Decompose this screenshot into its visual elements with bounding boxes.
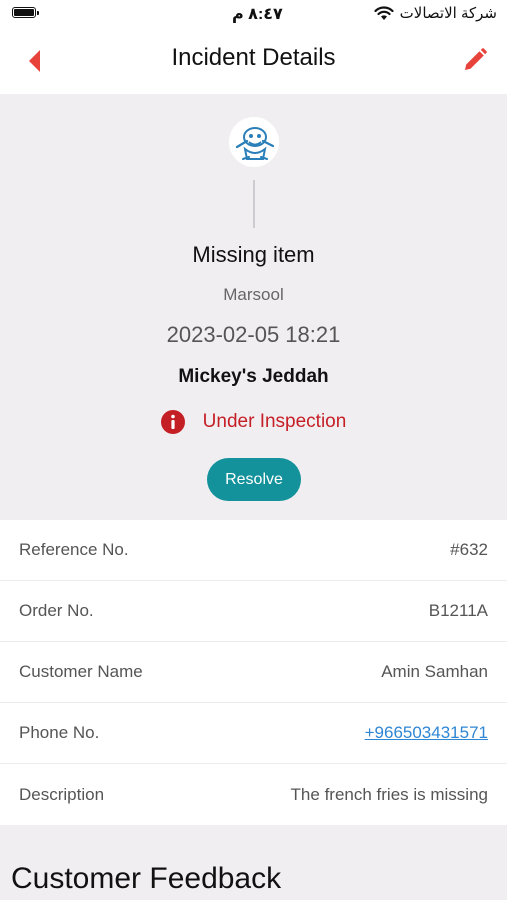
battery-icon <box>12 7 39 18</box>
customer-feedback-section: Customer Feedback <box>0 826 507 900</box>
status-bar: ٨:٤٧ م شركة الاتصالات <box>0 0 507 30</box>
detail-label: Description <box>19 784 105 804</box>
detail-value: The french fries is missing <box>290 784 488 804</box>
incident-type: Missing item <box>192 242 315 267</box>
incident-datetime: 2023-02-05 18:21 <box>166 322 341 347</box>
detail-label: Reference No. <box>19 540 129 559</box>
wifi-icon <box>374 5 394 20</box>
mascot-logo-icon <box>229 117 279 167</box>
detail-row-description: Description The french fries is missing <box>0 764 507 825</box>
company-name: Marsool <box>223 285 284 304</box>
app-header: Incident Details <box>0 30 507 94</box>
detail-value: #632 <box>450 540 488 559</box>
detail-row-reference: Reference No. #632 <box>0 520 507 581</box>
detail-value: B1211A <box>428 601 488 620</box>
detail-label: Order No. <box>19 601 94 620</box>
branch-name: Mickey's Jeddah <box>178 366 329 387</box>
incident-details-list: Reference No. #632 Order No. B1211A Cust… <box>0 520 507 825</box>
detail-row-order: Order No. B1211A <box>0 581 507 642</box>
incident-summary: Missing item Marsool 2023-02-05 18:21 Mi… <box>0 94 507 520</box>
detail-value: Amin Samhan <box>381 662 488 681</box>
detail-label: Customer Name <box>19 662 143 681</box>
status-indicator: Under Inspection <box>0 410 507 434</box>
resolve-button[interactable]: Resolve <box>207 458 301 501</box>
section-heading: Customer Feedback <box>11 862 282 895</box>
edit-button[interactable] <box>461 46 489 74</box>
status-time: ٨:٤٧ م <box>232 6 283 23</box>
status-carrier-area: شركة الاتصالات <box>374 4 497 22</box>
carrier-name: شركة الاتصالات <box>399 5 497 22</box>
company-logo <box>229 117 279 167</box>
page-title: Incident Details <box>171 44 336 71</box>
timeline-connector <box>253 180 255 228</box>
detail-label: Phone No. <box>19 723 100 742</box>
pencil-icon <box>465 48 487 70</box>
phone-link[interactable]: +966503431571 <box>365 723 488 743</box>
alert-info-icon <box>160 410 185 434</box>
detail-row-phone: Phone No. +966503431571 <box>0 703 507 764</box>
detail-row-customer: Customer Name Amin Samhan <box>0 642 507 703</box>
status-text: Under Inspection <box>202 411 347 432</box>
